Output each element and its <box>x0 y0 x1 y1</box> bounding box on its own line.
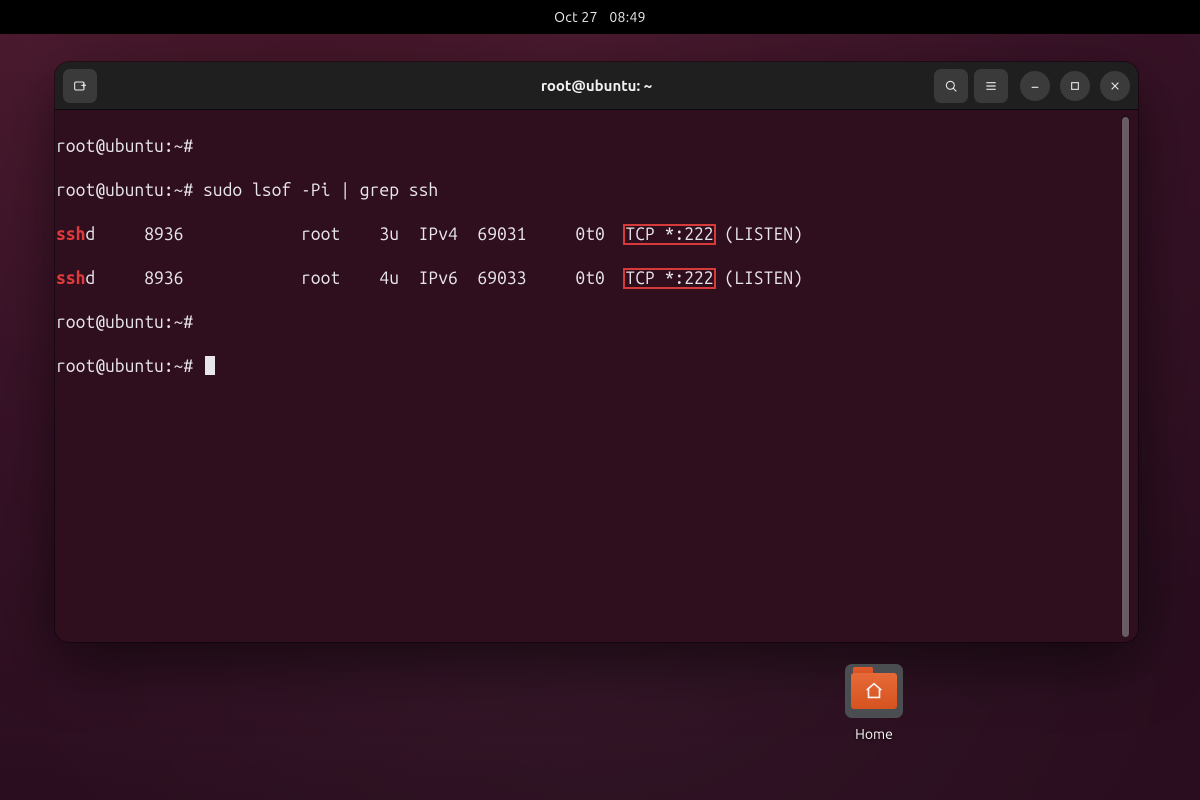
hamburger-menu-button[interactable] <box>974 69 1008 103</box>
grep-match: ssh <box>56 269 85 288</box>
command-text: sudo lsof -Pi | grep ssh <box>203 181 438 200</box>
terminal-titlebar[interactable]: root@ubuntu: ~ <box>55 62 1138 110</box>
prompt-line: root@ubuntu:~# <box>56 357 203 376</box>
icon-selection-box <box>845 664 903 718</box>
desktop-icon-home[interactable]: Home <box>838 664 910 742</box>
scrollbar-thumb[interactable] <box>1122 117 1129 637</box>
output-text: d 8936 root 3u IPv4 69031 0t0 <box>85 225 624 244</box>
terminal-scrollbar[interactable] <box>1121 115 1130 637</box>
minimize-button[interactable] <box>1020 71 1050 101</box>
minimize-icon <box>1027 78 1043 94</box>
clock-time: 08:49 <box>609 9 646 25</box>
annotation-box: TCP *:222 <box>624 225 714 244</box>
house-glyph-icon <box>863 680 885 702</box>
hamburger-icon <box>983 78 999 94</box>
search-button[interactable] <box>934 69 968 103</box>
prompt-line: root@ubuntu:~# <box>56 137 193 156</box>
close-icon <box>1107 78 1123 94</box>
prompt: root@ubuntu:~# <box>56 181 203 200</box>
output-text: (LISTEN) <box>715 225 803 244</box>
new-tab-icon <box>72 78 88 94</box>
output-text: d 8936 root 4u IPv6 69033 0t0 <box>85 269 624 288</box>
prompt-line: root@ubuntu:~# <box>56 313 193 332</box>
maximize-button[interactable] <box>1060 71 1090 101</box>
grep-match: ssh <box>56 225 85 244</box>
terminal-output[interactable]: root@ubuntu:~# root@ubuntu:~# sudo lsof … <box>56 114 1121 638</box>
terminal-body[interactable]: root@ubuntu:~# root@ubuntu:~# sudo lsof … <box>55 110 1138 642</box>
maximize-icon <box>1067 78 1083 94</box>
text-cursor <box>205 356 215 375</box>
gnome-top-bar: Oct 27 08:49 <box>0 0 1200 34</box>
close-button[interactable] <box>1100 71 1130 101</box>
clock[interactable]: Oct 27 08:49 <box>550 9 650 25</box>
search-icon <box>943 78 959 94</box>
new-tab-button[interactable] <box>63 69 97 103</box>
clock-date: Oct 27 <box>554 9 598 25</box>
output-text: (LISTEN) <box>715 269 803 288</box>
desktop-icon-label: Home <box>838 726 910 742</box>
home-folder-icon <box>851 673 897 709</box>
annotation-box: TCP *:222 <box>624 269 714 288</box>
terminal-window: root@ubuntu: ~ root@ubuntu:~# root@ubunt… <box>55 62 1138 642</box>
